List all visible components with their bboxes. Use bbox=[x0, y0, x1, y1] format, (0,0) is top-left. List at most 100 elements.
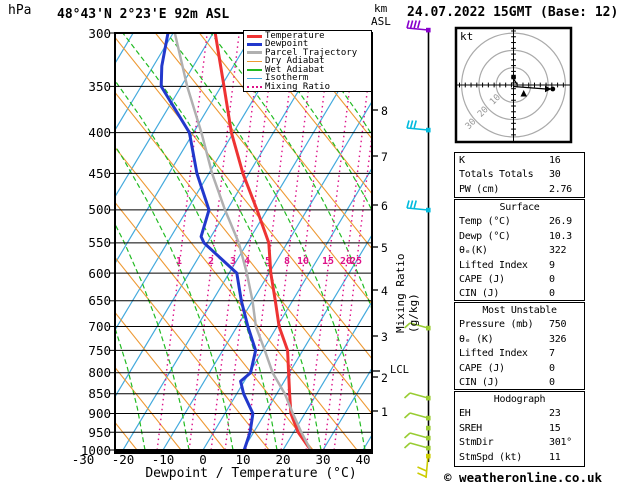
isotherm-line bbox=[115, 33, 334, 398]
table-row: Totals Totals 30 bbox=[455, 167, 584, 181]
wind-barb-feather bbox=[413, 200, 417, 209]
table-row-value: 750 bbox=[549, 319, 567, 331]
table-row: Temp (°C) 26.9 bbox=[455, 214, 584, 228]
table-row-value: 2.76 bbox=[549, 183, 572, 195]
wind-barb-feather bbox=[409, 120, 414, 129]
km-tick-label: 3 bbox=[381, 330, 388, 344]
table-row-value: 322 bbox=[549, 245, 567, 257]
km-tick-label: 2 bbox=[381, 371, 388, 385]
wind-barb-feather bbox=[406, 20, 410, 29]
table-row-value: 11 bbox=[549, 451, 561, 463]
dry-adiabat-line bbox=[115, 201, 314, 450]
wind-barb-feather bbox=[406, 200, 410, 209]
wind-barb-feather bbox=[417, 472, 427, 478]
hodograph-point-square bbox=[511, 74, 516, 80]
mixing-ratio-value-label: 8 bbox=[284, 256, 290, 267]
hodograph-point-dot bbox=[550, 86, 556, 92]
pressure-tick-label: 950 bbox=[88, 424, 111, 440]
table-row-value: 0 bbox=[549, 362, 555, 374]
km-tick-label: 7 bbox=[381, 150, 388, 164]
table-row: CIN (J) 0 bbox=[455, 286, 584, 300]
table-row: SREH 15 bbox=[455, 421, 584, 435]
wind-barb-shaft bbox=[409, 432, 429, 439]
table-row-label: θₑ(K) bbox=[459, 245, 488, 257]
wind-barb bbox=[406, 120, 431, 133]
mixing-ratio-legend-line bbox=[247, 86, 262, 89]
table-row-label: θₑ (K) bbox=[459, 333, 494, 345]
skewt-sounding-app: 1 2 3 4 5 8 10 15 20 25 10 20 30 hPa 48°43'N 2°23'E … bbox=[0, 0, 629, 486]
wet-adiabat-line bbox=[122, 33, 322, 450]
table-header: Hodograph bbox=[493, 394, 546, 405]
pressure-tick-label: 850 bbox=[88, 386, 111, 402]
info-table-most-unstable: Most Unstable Pressure (mb) 750 θₑ (K) 326 Li… bbox=[454, 302, 585, 390]
table-row: CAPE (J) 0 bbox=[455, 272, 584, 286]
legend: Temperature Dewpoint Parcel Trajectory Dry … bbox=[243, 30, 372, 92]
table-row-label: Lifted Index bbox=[459, 259, 528, 271]
km-tick-label: 5 bbox=[381, 241, 388, 255]
pressure-axis-unit: hPa bbox=[8, 3, 32, 18]
temperature-legend-line bbox=[247, 34, 262, 38]
wind-barb-feather bbox=[417, 20, 421, 29]
mixing-ratio-line bbox=[333, 128, 372, 450]
wind-barb bbox=[403, 432, 431, 441]
pressure-tick-label: 800 bbox=[88, 365, 111, 381]
km-tick-label: 1 bbox=[381, 405, 388, 419]
dry-adiabat-line bbox=[115, 421, 138, 450]
temp-tick-label: 20 bbox=[275, 452, 291, 467]
wind-barb-feather bbox=[413, 120, 417, 129]
pressure-tick-label: 450 bbox=[88, 165, 111, 181]
table-row-label: EH bbox=[459, 408, 471, 420]
page-title: 48°43'N 2°23'E 92m ASL bbox=[57, 7, 230, 22]
table-row-value: 23 bbox=[549, 408, 561, 420]
dry-adiabat-line bbox=[115, 91, 372, 415]
isotherm-line bbox=[115, 33, 254, 265]
wind-barb-marker bbox=[426, 425, 431, 431]
table-header: Surface bbox=[499, 202, 540, 213]
isotherm-legend-line bbox=[247, 77, 262, 80]
mixing-ratio-value-label: 10 bbox=[297, 256, 309, 267]
table-row: Pressure (mb) 750 bbox=[455, 317, 584, 331]
mixing-ratio-line bbox=[156, 33, 208, 450]
table-row-value: 0 bbox=[549, 273, 555, 285]
table-row-value: 16 bbox=[549, 155, 561, 166]
table-row: CAPE (J) 0 bbox=[455, 361, 584, 375]
dry-adiabat-line bbox=[154, 33, 372, 305]
wet-adiabat-line bbox=[254, 33, 372, 212]
temp-tick-label: -10 bbox=[151, 452, 175, 467]
wind-barb bbox=[406, 20, 431, 33]
wind-barb bbox=[403, 412, 431, 421]
mixing-ratio-value-label: 25 bbox=[350, 256, 362, 267]
table-row-label: StmSpd (kt) bbox=[459, 451, 522, 463]
table-row-value: 15 bbox=[549, 422, 561, 434]
pressure-tick-label: 350 bbox=[88, 78, 111, 94]
table-row-label: CAPE (J) bbox=[459, 362, 505, 374]
table-row-value: 30 bbox=[549, 169, 561, 181]
pressure-tick-label: 500 bbox=[88, 202, 111, 218]
info-table-indices: K 16 Totals Totals 30 PW (cm) 2.76 bbox=[454, 152, 585, 198]
table-row-label: Lifted Index bbox=[459, 348, 528, 360]
copyright: © weatheronline.co.uk bbox=[444, 470, 603, 485]
mixing-ratio-value-label: 1 bbox=[176, 256, 182, 267]
temp-tick-label: 40 bbox=[355, 452, 371, 467]
table-row-label: PW (cm) bbox=[459, 183, 500, 195]
table-row: CIN (J) 0 bbox=[455, 375, 584, 389]
mixing-ratio-value-label: 3 bbox=[230, 256, 236, 267]
temp-tick-label: 0 bbox=[199, 452, 207, 467]
table-row-value: 301° bbox=[549, 437, 572, 449]
pressure-tick-label: 550 bbox=[88, 235, 111, 251]
table-row: PW (cm) 2.76 bbox=[455, 182, 584, 196]
wind-barb bbox=[403, 442, 431, 451]
hodograph-unit-label: kt bbox=[460, 30, 474, 43]
table-row: Lifted Index 7 bbox=[455, 346, 584, 360]
table-row-label: K bbox=[459, 155, 465, 166]
wind-barb-shaft bbox=[409, 442, 429, 449]
temp-tick-label: 30 bbox=[315, 452, 331, 467]
hodograph-panel: 102030 bbox=[454, 26, 573, 144]
wind-barb-shaft bbox=[406, 127, 429, 131]
pressure-tick-label: 400 bbox=[88, 125, 111, 141]
isotherm-line bbox=[115, 33, 134, 65]
table-row-value: 326 bbox=[549, 333, 567, 345]
table-row-value: 0 bbox=[549, 376, 555, 388]
mixing-ratio-line bbox=[305, 33, 357, 450]
run-datetime-title: 24.07.2022 15GMT (Base: 12) bbox=[407, 5, 619, 20]
